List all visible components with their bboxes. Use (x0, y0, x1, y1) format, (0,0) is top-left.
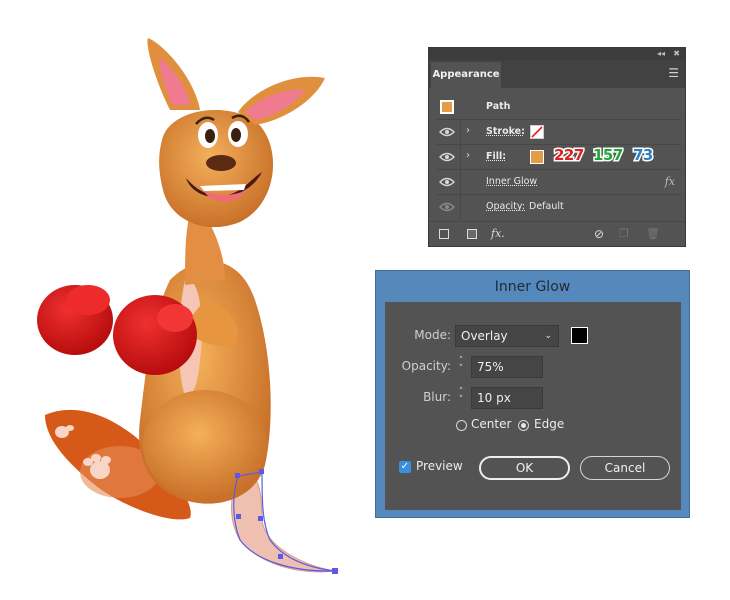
path-row[interactable]: Path (437, 95, 681, 120)
opacity-input[interactable]: 75% (471, 356, 543, 378)
glow-color-swatch[interactable] (571, 327, 588, 344)
fill-blue-value: 73 (632, 145, 655, 166)
cancel-button[interactable]: Cancel (580, 456, 670, 480)
duplicate-item-icon: ❐ (619, 227, 629, 240)
preview-checkbox[interactable]: ✓ (399, 461, 411, 473)
inner-glow-effect-link[interactable]: Inner Glow (486, 176, 537, 187)
add-new-fill-icon[interactable] (467, 229, 477, 239)
hamburger-menu-icon[interactable]: ☰ (668, 66, 679, 80)
eye-icon (439, 202, 455, 212)
double-chevron-left-icon[interactable]: ◂◂ (657, 48, 665, 60)
ok-button[interactable]: OK (479, 456, 570, 480)
center-radio[interactable] (456, 420, 467, 431)
trash-icon: 🗑 (646, 227, 660, 240)
fill-label[interactable]: Fill: (486, 151, 506, 162)
eye-icon[interactable] (439, 177, 455, 187)
stroke-label[interactable]: Stroke: (486, 126, 525, 137)
kangaroo-artwork (37, 38, 338, 574)
preview-label: Preview (416, 459, 463, 473)
anchor-point[interactable] (332, 568, 338, 574)
anchor-point[interactable] (278, 554, 283, 559)
nose (206, 155, 236, 171)
appearance-panel: ◂◂ ✖ Appearance ☰ Path › Stroke: › Fill:… (428, 47, 686, 247)
object-label: Path (486, 101, 511, 112)
anchor-point[interactable] (236, 514, 241, 519)
dialog-title: Inner Glow (494, 279, 571, 295)
eye-icon[interactable] (439, 152, 455, 162)
inner-glow-row[interactable]: Inner Glow fx (437, 170, 681, 195)
panel-title-bar[interactable]: ◂◂ ✖ (429, 48, 685, 60)
edge-radio[interactable] (518, 420, 529, 431)
opacity-row[interactable]: Opacity: Default (437, 195, 681, 220)
anchor-point[interactable] (235, 473, 240, 478)
mode-select[interactable]: Overlay ⌄ (455, 325, 559, 347)
tab-appearance[interactable]: Appearance (431, 62, 501, 88)
chevron-right-icon[interactable]: › (466, 125, 470, 136)
opacity-value: Default (529, 201, 564, 212)
clear-appearance-icon[interactable]: ⊘ (594, 227, 604, 241)
opacity-stepper[interactable]: ˄ ˅ (455, 357, 467, 374)
anchor-point[interactable] (259, 469, 264, 474)
panel-bottom-toolbar: fx. ⊘ ❐ 🗑 (429, 221, 685, 246)
stroke-row[interactable]: › Stroke: (437, 120, 681, 145)
fill-swatch[interactable] (530, 150, 544, 164)
chevron-down-icon: ⌄ (544, 331, 552, 341)
mode-label: Mode: (414, 328, 451, 342)
stroke-swatch[interactable] (530, 125, 544, 139)
blur-stepper[interactable]: ˄ ˅ (455, 388, 467, 405)
inner-glow-dialog: Inner Glow Mode: Overlay ⌄ Opacity: ˄ ˅ 7… (375, 270, 690, 518)
eye-icon[interactable] (439, 127, 455, 137)
add-new-stroke-icon[interactable] (439, 229, 449, 239)
anchor-point[interactable] (258, 516, 263, 521)
mode-value: Overlay (461, 329, 508, 343)
close-icon[interactable]: ✖ (673, 48, 680, 60)
fill-red-value: 227 (553, 145, 586, 166)
blur-label: Blur: (423, 390, 451, 404)
fx-icon[interactable]: fx (665, 175, 675, 188)
add-effect-fx-icon[interactable]: fx. (491, 227, 505, 240)
opacity-label[interactable]: Opacity: (486, 201, 525, 212)
object-thumbnail (440, 100, 454, 114)
center-label: Center (471, 417, 512, 431)
opacity-label: Opacity: (401, 359, 451, 373)
leg (143, 390, 267, 500)
edge-label: Edge (534, 417, 565, 431)
fill-green-value: 157 (592, 145, 625, 166)
fill-row[interactable]: › Fill: 227 157 73 (437, 145, 681, 170)
chevron-right-icon[interactable]: › (466, 150, 470, 161)
blur-input[interactable]: 10 px (471, 387, 543, 409)
